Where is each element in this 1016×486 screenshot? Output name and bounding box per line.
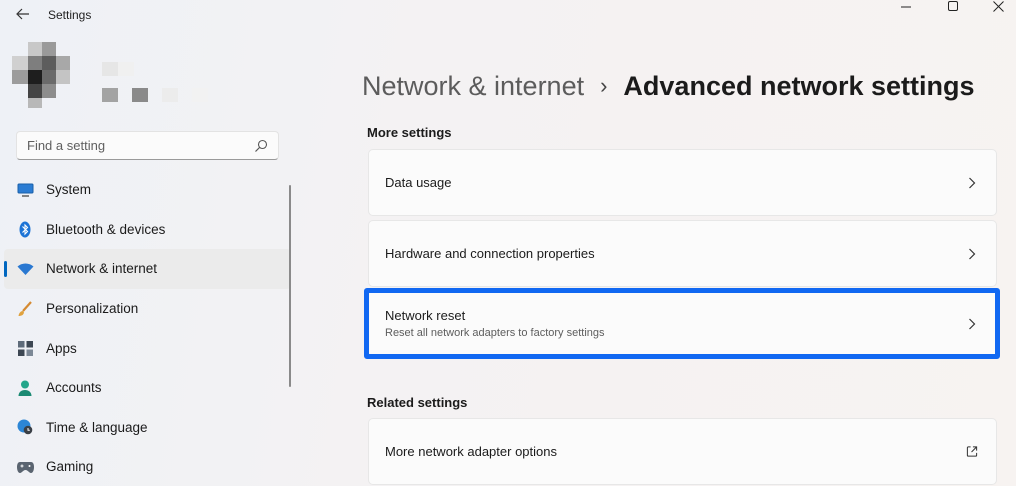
chevron-right-icon [966,247,978,261]
maximize-button[interactable] [931,0,975,14]
sidebar-scrollbar[interactable] [289,185,291,387]
card-label: Data usage [385,175,452,190]
chevron-right-icon [966,176,978,190]
wifi-icon [16,260,34,278]
brush-icon [16,300,34,318]
bluetooth-icon [16,220,34,238]
sidebar-nav: System Bluetooth & devices Network & int… [4,170,291,486]
person-icon [16,379,34,397]
network-reset-card[interactable]: Network reset Reset all network adapters… [368,292,997,355]
sidebar-item-label: Bluetooth & devices [46,221,166,237]
hardware-connection-properties-card[interactable]: Hardware and connection properties [368,220,997,287]
user-profile[interactable] [12,42,232,110]
page-title: Advanced network settings [623,70,975,101]
sidebar-item-network[interactable]: Network & internet [4,249,291,289]
search-input[interactable] [27,138,254,153]
sidebar-item-system[interactable]: System [4,170,291,210]
sidebar-item-label: Network & internet [46,261,158,277]
sidebar-item-gaming[interactable]: Gaming [4,447,291,486]
close-button[interactable] [976,0,1016,14]
more-network-adapter-options-card[interactable]: More network adapter options [368,418,997,485]
system-display-icon [16,181,34,199]
settings-window: Settings Find a setting System Bluetooth… [0,0,1016,486]
gamepad-icon [16,458,34,476]
sidebar-item-label: Gaming [46,459,94,475]
card-description: Reset all network adapters to factory se… [385,327,605,339]
sidebar-item-time-language[interactable]: Time & language [4,408,291,448]
sidebar-item-label: Time & language [46,419,148,435]
close-icon [992,0,1004,14]
back-button[interactable] [10,4,36,26]
search-icon [254,139,268,153]
external-link-icon [966,445,978,459]
sidebar-item-label: Apps [46,340,77,356]
maximize-icon [947,0,959,14]
sidebar-item-apps[interactable]: Apps [4,328,291,368]
related-settings-heading: Related settings [367,395,468,410]
apps-icon [16,339,34,357]
card-label: More network adapter options [385,444,557,459]
card-label: Hardware and connection properties [385,246,595,261]
more-settings-heading: More settings [367,125,452,140]
sidebar-item-label: System [46,182,92,198]
back-arrow-icon [16,7,30,24]
sidebar-item-label: Personalization [46,301,139,317]
card-label: Network reset [385,308,466,323]
app-title: Settings [48,8,92,22]
sidebar-item-personalization[interactable]: Personalization [4,289,291,329]
data-usage-card[interactable]: Data usage [368,149,997,216]
sidebar-item-accounts[interactable]: Accounts [4,368,291,408]
minimize-button[interactable] [884,0,928,14]
breadcrumb-chevron-icon: › [600,73,608,98]
title-bar: Settings [0,0,1016,32]
globe-clock-icon [16,418,34,436]
sidebar-item-label: Accounts [46,380,102,396]
sidebar-item-bluetooth[interactable]: Bluetooth & devices [4,210,291,250]
breadcrumb-parent[interactable]: Network & internet [362,71,584,102]
minimize-icon [900,0,912,14]
breadcrumb: Network & internet › Advanced network se… [362,68,975,104]
chevron-right-icon [966,317,978,331]
search-box[interactable] [16,131,279,160]
